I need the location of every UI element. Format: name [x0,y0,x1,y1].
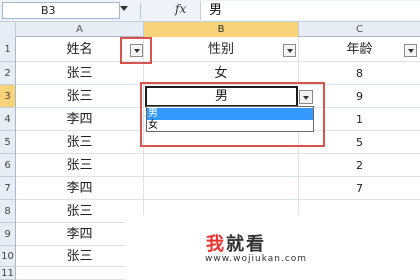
annotation-box-filter [120,37,152,64]
age-cell[interactable]: 2 [299,154,420,177]
row-header-2[interactable]: 2 [0,62,16,85]
name-cell[interactable]: 张三 [16,62,144,85]
formula-bar-divider [140,3,141,19]
watermark-url: www.wojiukan.com [205,254,308,264]
row-header-5[interactable]: 5 [0,131,16,154]
formula-input[interactable]: 男 [200,1,420,20]
row-header-9[interactable]: 9 [0,223,16,246]
gender-cell[interactable] [144,177,299,200]
insert-function-icon[interactable]: fx [175,2,186,16]
name-cell[interactable]: 李四 [16,108,144,131]
filter-button-gender[interactable] [283,44,296,57]
row-header-8[interactable]: 8 [0,200,16,223]
column-header-a[interactable]: A [16,22,144,37]
row-header-3[interactable]: 3 [0,85,16,108]
row-header-7[interactable]: 7 [0,177,16,200]
name-cell[interactable]: 张三 [16,154,144,177]
filter-button-age[interactable] [404,44,417,57]
name-box[interactable]: B3 [2,2,120,19]
name-cell[interactable]: 李四 [16,177,144,200]
row-header-4[interactable]: 4 [0,108,16,131]
row-header-11[interactable]: 11 [0,267,16,280]
row-header-6[interactable]: 6 [0,154,16,177]
row-header-1[interactable]: 1 [0,37,16,62]
header-cell-gender[interactable]: 性别 [144,37,299,62]
name-cell[interactable]: 张三 [16,131,144,154]
column-header-c[interactable]: C [299,22,420,37]
watermark-background [125,215,420,280]
select-all-corner[interactable] [0,22,16,37]
header-cell-age[interactable]: 年龄 [299,37,420,62]
row-header-10[interactable]: 10 [0,246,16,267]
name-cell[interactable]: 张三 [16,85,144,108]
name-box-dropdown-icon[interactable] [120,6,128,11]
age-cell[interactable]: 7 [299,177,420,200]
annotation-box-dropdown [140,82,325,147]
gender-cell[interactable] [144,154,299,177]
watermark-logo: 我就看 [206,234,266,255]
column-header-b[interactable]: B [144,22,299,37]
